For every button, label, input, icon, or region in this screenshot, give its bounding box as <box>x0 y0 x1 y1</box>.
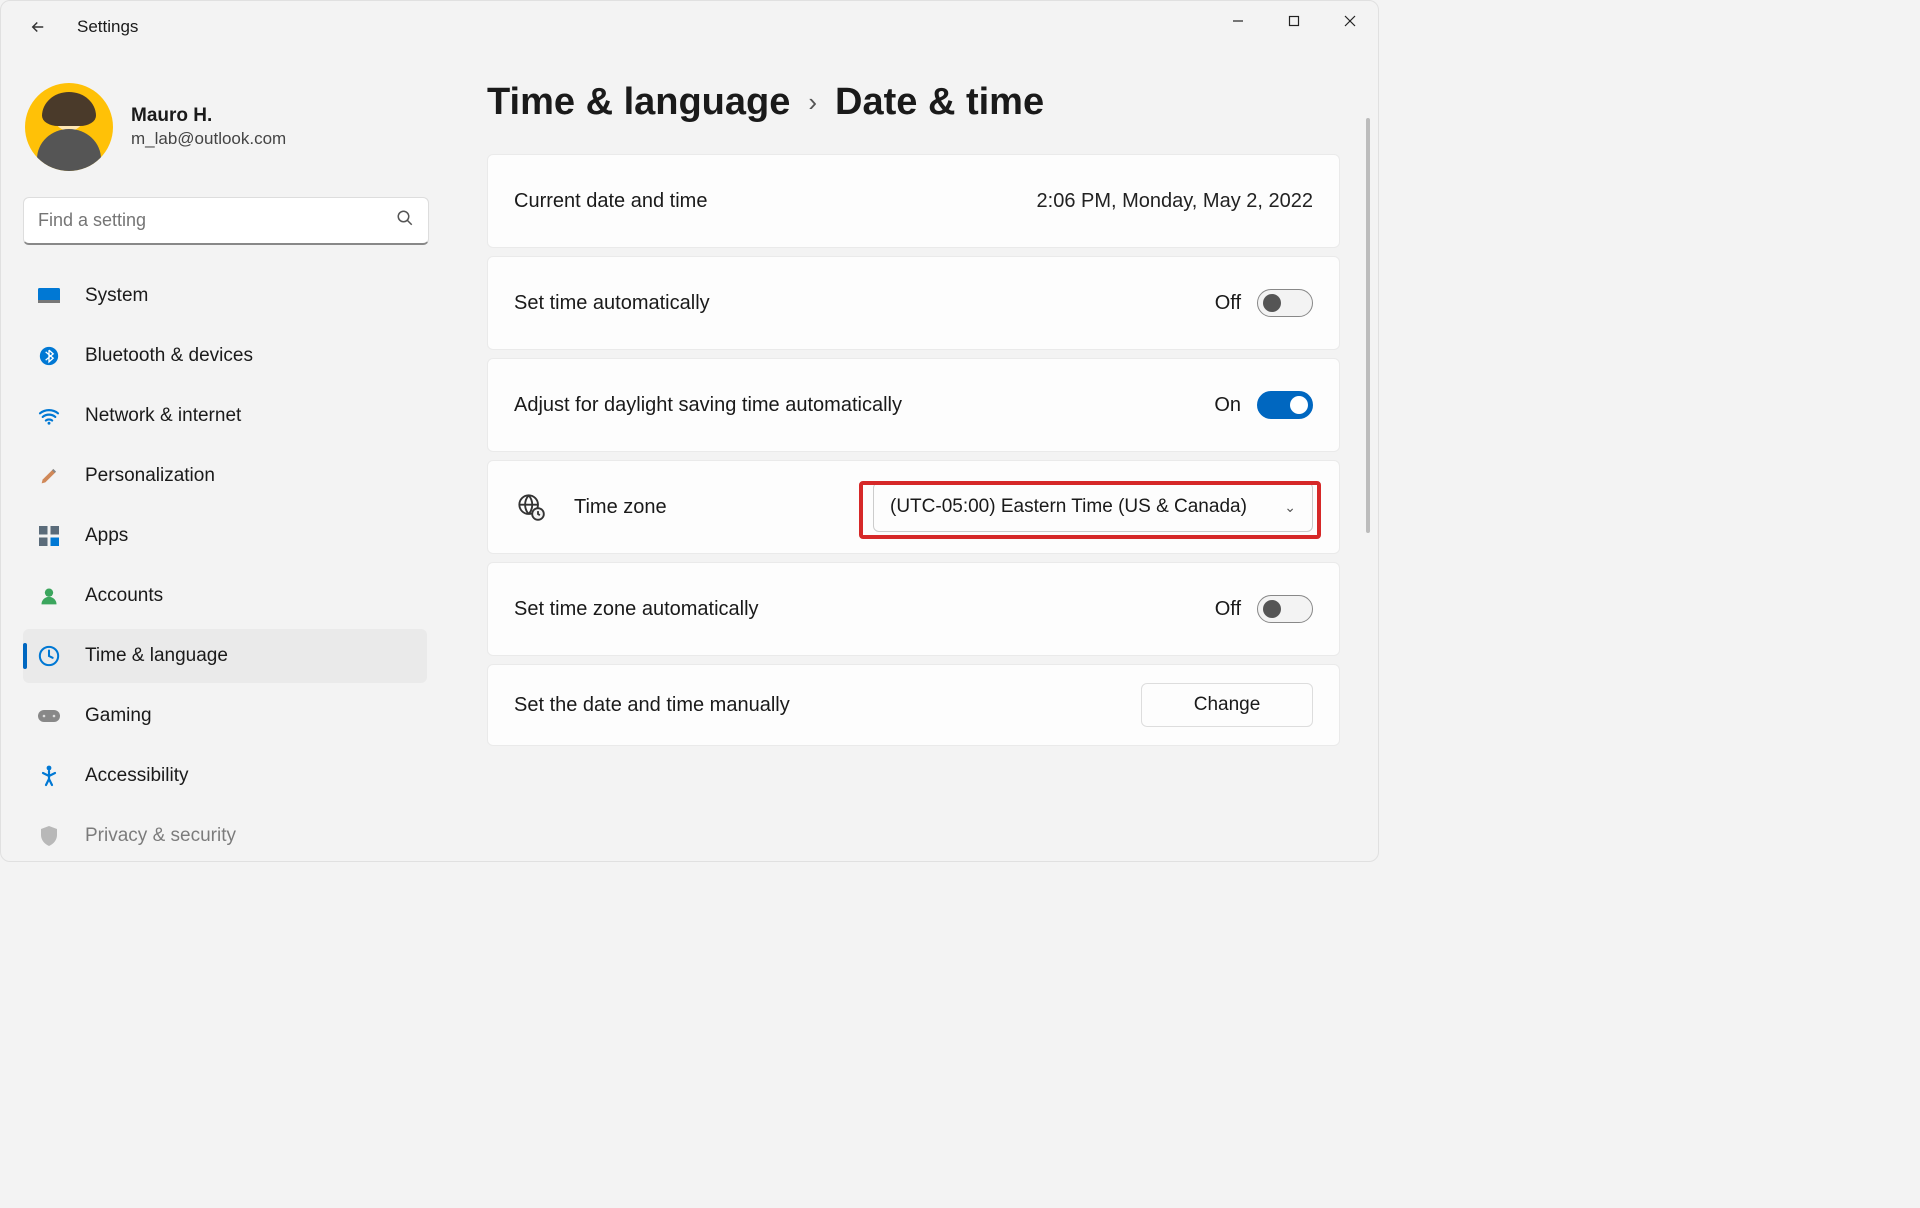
sidebar-item-label: Time & language <box>85 645 228 667</box>
current-time-value: 2:06 PM, Monday, May 2, 2022 <box>1037 190 1313 213</box>
timezone-panel: Time zone (UTC-05:00) Eastern Time (US &… <box>487 460 1340 554</box>
sidebar-item-network[interactable]: Network & internet <box>23 389 427 443</box>
sidebar-item-label: Network & internet <box>85 405 241 427</box>
dst-toggle[interactable] <box>1257 391 1313 419</box>
close-button[interactable] <box>1322 1 1378 41</box>
sidebar-item-label: Apps <box>85 525 128 547</box>
sidebar-item-gaming[interactable]: Gaming <box>23 689 427 743</box>
dst-label: Adjust for daylight saving time automati… <box>514 394 1214 417</box>
set-tz-auto-label: Set time zone automatically <box>514 598 1215 621</box>
sidebar-item-label: Privacy & security <box>85 825 236 847</box>
sidebar-item-label: Gaming <box>85 705 152 727</box>
sidebar-item-label: Personalization <box>85 465 215 487</box>
profile-block[interactable]: Mauro H. m_lab@outlook.com <box>23 83 429 171</box>
set-tz-auto-toggle[interactable] <box>1257 595 1313 623</box>
sidebar-item-label: Accessibility <box>85 765 188 787</box>
set-tz-auto-state: Off <box>1215 598 1241 621</box>
accessibility-icon <box>37 764 61 788</box>
breadcrumb-current: Date & time <box>835 81 1044 124</box>
system-icon <box>37 284 61 308</box>
sidebar-item-label: Bluetooth & devices <box>85 345 253 367</box>
maximize-button[interactable] <box>1266 1 1322 41</box>
titlebar: Settings <box>1 1 1378 53</box>
privacy-icon <box>37 824 61 848</box>
manual-panel: Set the date and time manually Change <box>487 664 1340 746</box>
brush-icon <box>37 464 61 488</box>
sidebar-item-system[interactable]: System <box>23 269 427 323</box>
dst-state: On <box>1214 394 1241 417</box>
timezone-selected: (UTC-05:00) Eastern Time (US & Canada) <box>890 496 1247 518</box>
window-controls <box>1210 1 1378 53</box>
timezone-label: Time zone <box>574 496 873 519</box>
set-time-auto-toggle[interactable] <box>1257 289 1313 317</box>
timezone-dropdown[interactable]: (UTC-05:00) Eastern Time (US & Canada) ⌄ <box>873 482 1313 532</box>
profile-email: m_lab@outlook.com <box>131 129 286 149</box>
bluetooth-icon <box>37 344 61 368</box>
current-time-label: Current date and time <box>514 190 1037 213</box>
search-input[interactable] <box>38 210 396 231</box>
set-tz-auto-panel: Set time zone automatically Off <box>487 562 1340 656</box>
breadcrumb: Time & language › Date & time <box>487 81 1340 124</box>
sidebar-item-label: Accounts <box>85 585 163 607</box>
sidebar-item-accessibility[interactable]: Accessibility <box>23 749 427 803</box>
sidebar-item-apps[interactable]: Apps <box>23 509 427 563</box>
search-box[interactable] <box>23 197 429 245</box>
profile-name: Mauro H. <box>131 105 286 127</box>
main-content: Time & language › Date & time Current da… <box>451 53 1378 861</box>
change-button[interactable]: Change <box>1141 683 1313 727</box>
nav: System Bluetooth & devices Network & int… <box>23 269 429 861</box>
set-time-auto-panel: Set time automatically Off <box>487 256 1340 350</box>
globe-clock-icon <box>514 490 548 524</box>
sidebar-item-accounts[interactable]: Accounts <box>23 569 427 623</box>
search-icon <box>396 209 414 232</box>
sidebar-item-privacy[interactable]: Privacy & security <box>23 809 427 861</box>
avatar <box>25 83 113 171</box>
breadcrumb-parent[interactable]: Time & language <box>487 81 790 124</box>
sidebar-item-time-language[interactable]: Time & language <box>23 629 427 683</box>
chevron-down-icon: ⌄ <box>1284 499 1296 516</box>
dst-panel: Adjust for daylight saving time automati… <box>487 358 1340 452</box>
time-language-icon <box>37 644 61 668</box>
sidebar-item-label: System <box>85 285 148 307</box>
main-scrollbar[interactable] <box>1366 118 1370 533</box>
minimize-button[interactable] <box>1210 1 1266 41</box>
chevron-right-icon: › <box>808 87 817 118</box>
account-icon <box>37 584 61 608</box>
gaming-icon <box>37 704 61 728</box>
wifi-icon <box>37 404 61 428</box>
app-title: Settings <box>77 17 138 37</box>
back-button[interactable] <box>19 8 57 46</box>
sidebar-item-bluetooth[interactable]: Bluetooth & devices <box>23 329 427 383</box>
apps-icon <box>37 524 61 548</box>
current-time-panel: Current date and time 2:06 PM, Monday, M… <box>487 154 1340 248</box>
set-time-auto-state: Off <box>1215 292 1241 315</box>
sidebar: Mauro H. m_lab@outlook.com System <box>1 53 451 861</box>
manual-label: Set the date and time manually <box>514 694 1141 717</box>
sidebar-item-personalization[interactable]: Personalization <box>23 449 427 503</box>
set-time-auto-label: Set time automatically <box>514 292 1215 315</box>
settings-window: Settings Mauro H. m_lab@outlook.com <box>0 0 1379 862</box>
